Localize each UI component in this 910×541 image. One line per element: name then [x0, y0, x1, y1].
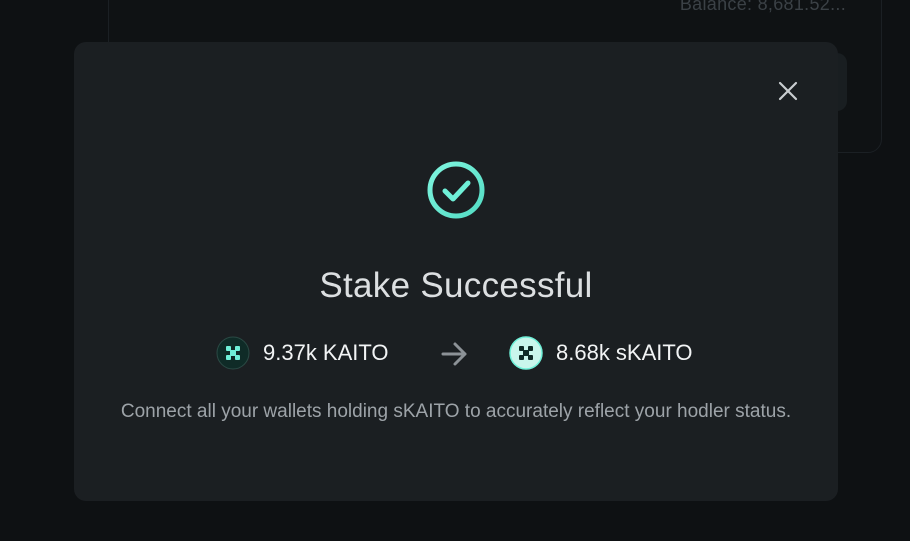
stake-conversion-row: 9.37k KAITO 8.68k sKAITO: [74, 336, 838, 372]
to-amount: 8.68k sKAITO: [556, 340, 693, 365]
from-amount: 9.37k KAITO: [263, 340, 389, 365]
hodler-status-note: Connect all your wallets holding sKAITO …: [120, 401, 792, 422]
stake-success-modal: Stake Successful 9.37k KAITO 8.68k sKAIT…: [74, 42, 838, 501]
modal-title: Stake Successful: [319, 266, 593, 305]
kaito-token-icon: [216, 336, 250, 370]
skaito-token-icon: [509, 336, 543, 370]
check-circle-icon: [427, 161, 485, 219]
balance-text: Balance: 8,681.52...: [679, 0, 846, 14]
close-icon: [778, 81, 798, 101]
arrow-right-icon: [441, 342, 467, 366]
close-button[interactable]: [774, 77, 802, 105]
